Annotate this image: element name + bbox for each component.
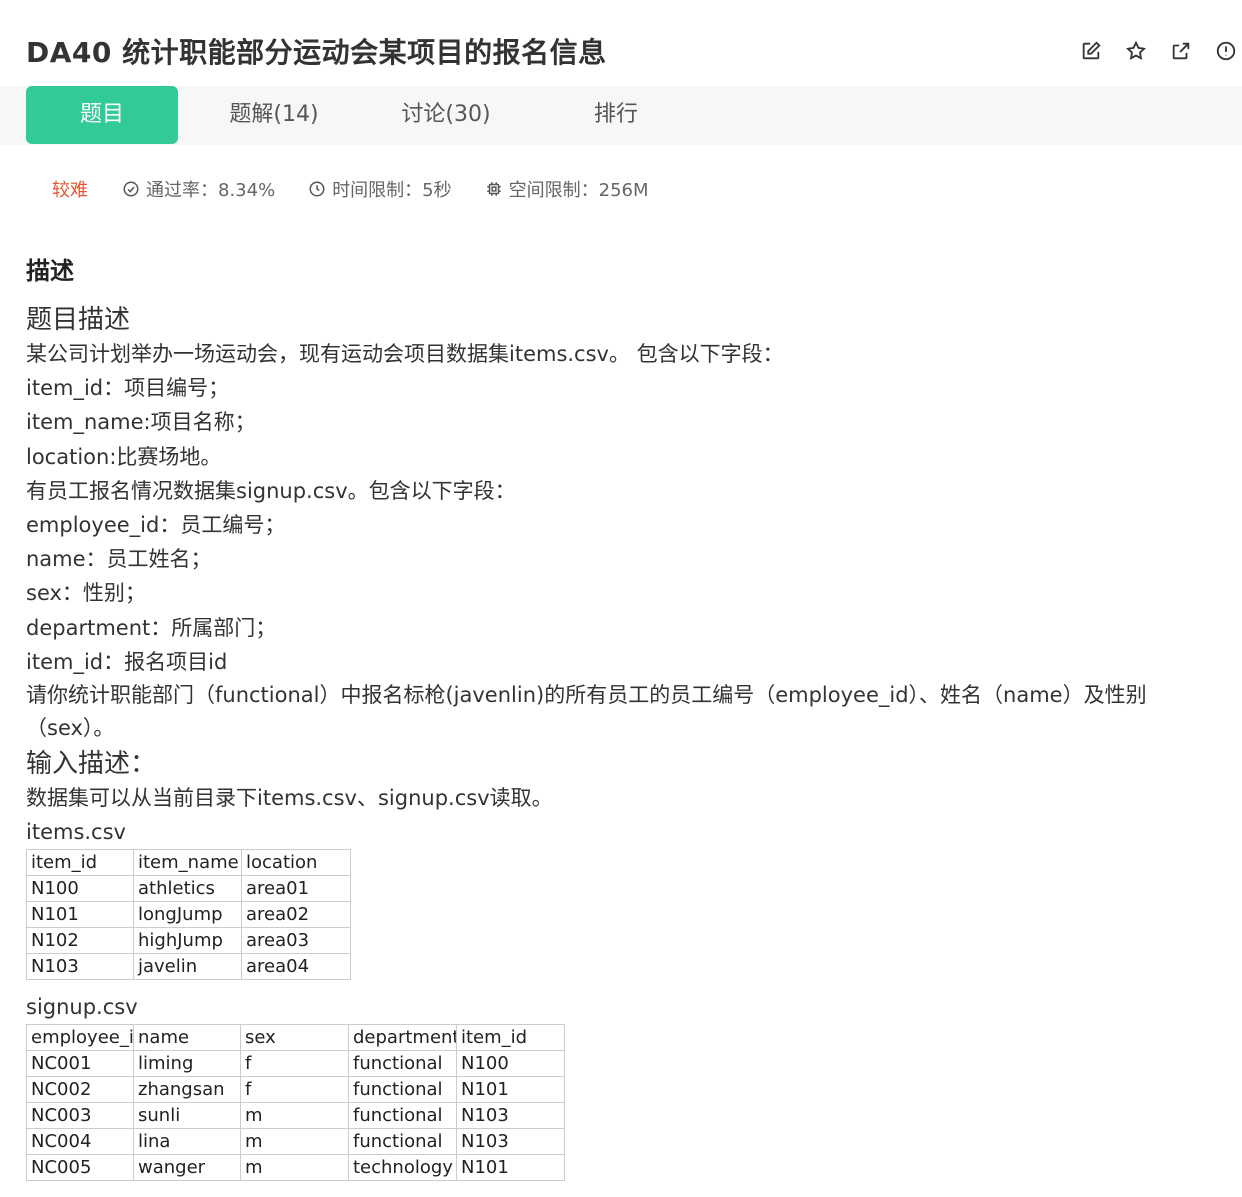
table-cell: N102 xyxy=(26,927,134,955)
table-cell: longJump xyxy=(133,901,242,929)
problem-line: 有员工报名情况数据集signup.csv。包含以下字段： xyxy=(26,478,516,503)
table-cell: functional xyxy=(348,1050,457,1078)
description-heading: 描述 xyxy=(26,257,74,285)
table-cell: m xyxy=(240,1102,349,1130)
problem-line: item_id：报名项目id xyxy=(26,649,228,674)
signup-table-caption: signup.csv xyxy=(26,995,138,1020)
table-cell: f xyxy=(240,1076,349,1104)
problem-content: 题目描述 某公司计划举办一场运动会，现有运动会项目数据集items.csv。 包… xyxy=(26,303,1226,1182)
table-cell: item_id xyxy=(26,849,134,877)
table-row: NC004 lina m functional N103 xyxy=(26,1128,565,1156)
table-row: item_id item_name location xyxy=(26,849,351,877)
table-cell: area03 xyxy=(241,927,351,955)
table-cell: technology xyxy=(348,1154,457,1182)
time-limit-text: 时间限制：5秒 xyxy=(332,180,452,201)
table-row: N103 javelin area04 xyxy=(26,953,351,981)
problem-line: item_id：项目编号； xyxy=(26,376,230,401)
table-cell: athletics xyxy=(133,875,242,903)
input-heading: 输入描述： xyxy=(26,749,157,780)
tab-solutions[interactable]: 题解(14) xyxy=(198,86,350,144)
problem-meta: 较难 通过率：8.34% 时间限制：5秒 空间限制：256M xyxy=(52,176,682,202)
table-cell: m xyxy=(240,1128,349,1156)
table-cell: lina xyxy=(133,1128,241,1156)
tab-ranking[interactable]: 排行 xyxy=(540,86,692,144)
title-actions xyxy=(1078,38,1238,63)
table-cell: sunli xyxy=(133,1102,241,1130)
table-row: NC002 zhangsan f functional N101 xyxy=(26,1076,565,1104)
problem-task: 请你统计职能部门（functional）中报名标枪(javenlin)的所有员工… xyxy=(26,683,1147,741)
table-row: employee_id name sex department item_id xyxy=(26,1024,565,1052)
problem-line: item_name:项目名称； xyxy=(26,410,256,435)
table-cell: N103 xyxy=(456,1102,565,1130)
table-cell: department xyxy=(348,1024,457,1052)
table-cell: NC004 xyxy=(26,1128,134,1156)
page-title: DA40 统计职能部分运动会某项目的报名信息 xyxy=(26,36,607,69)
problem-line: 某公司计划举办一场运动会，现有运动会项目数据集items.csv。 包含以下字段… xyxy=(26,342,784,366)
table-cell: m xyxy=(240,1154,349,1182)
table-cell: N103 xyxy=(456,1128,565,1156)
table-cell: functional xyxy=(348,1102,457,1130)
table-row: NC005 wanger m technology N101 xyxy=(26,1154,565,1182)
report-icon[interactable] xyxy=(1213,38,1238,63)
table-cell: functional xyxy=(348,1128,457,1156)
table-row: N101 longJump area02 xyxy=(26,901,351,929)
table-cell: NC002 xyxy=(26,1076,134,1104)
table-cell: functional xyxy=(348,1076,457,1104)
pass-rate-text: 通过率：8.34% xyxy=(146,180,276,201)
table-cell: NC003 xyxy=(26,1102,134,1130)
table-row: N102 highJump area03 xyxy=(26,927,351,955)
table-cell: N103 xyxy=(26,953,134,981)
problem-line: name：员工姓名； xyxy=(26,547,212,572)
problem-line: employee_id：员工编号； xyxy=(26,513,286,538)
problem-line: location:比赛场地。 xyxy=(26,444,222,469)
check-circle-icon xyxy=(123,181,139,197)
table-cell: item_id xyxy=(456,1024,565,1052)
problem-heading: 题目描述 xyxy=(26,305,131,335)
table-cell: N101 xyxy=(26,901,134,929)
table-cell: employee_id xyxy=(26,1024,134,1052)
star-icon[interactable] xyxy=(1123,38,1148,63)
table-cell: javelin xyxy=(133,953,242,981)
table-cell: area01 xyxy=(241,875,351,903)
table-cell: area04 xyxy=(241,953,351,981)
table-cell: N100 xyxy=(26,875,134,903)
table-cell: location xyxy=(241,849,351,877)
table-cell: liming xyxy=(133,1050,241,1078)
pass-rate: 通过率：8.34% xyxy=(122,176,275,202)
table-cell: area02 xyxy=(241,901,351,929)
space-limit: 空间限制：256M xyxy=(485,176,649,202)
table-cell: name xyxy=(133,1024,241,1052)
table-row: N100 athletics area01 xyxy=(26,875,351,903)
problem-line: department：所属部门； xyxy=(26,615,277,640)
signup-table: employee_id name sex department item_id … xyxy=(26,1024,565,1182)
table-cell: highJump xyxy=(133,927,242,955)
input-text: 数据集可以从当前目录下items.csv、signup.csv读取。 xyxy=(26,786,553,811)
table-cell: NC005 xyxy=(26,1154,134,1182)
edit-icon[interactable] xyxy=(1078,38,1103,63)
tab-bar: 题目 题解(14) 讨论(30) 排行 xyxy=(0,86,1242,145)
table-row: NC003 sunli m functional N103 xyxy=(26,1102,565,1130)
clock-icon xyxy=(309,181,325,197)
items-table: item_id item_name location N100 athletic… xyxy=(26,849,351,981)
difficulty-badge: 较难 xyxy=(52,180,88,201)
table-cell: N100 xyxy=(456,1050,565,1078)
table-cell: sex xyxy=(240,1024,349,1052)
table-cell: N101 xyxy=(456,1154,565,1182)
table-cell: N101 xyxy=(456,1076,565,1104)
external-link-icon[interactable] xyxy=(1168,38,1193,63)
table-cell: NC001 xyxy=(26,1050,134,1078)
table-cell: wanger xyxy=(133,1154,241,1182)
items-table-caption: items.csv xyxy=(26,820,126,845)
table-cell: zhangsan xyxy=(133,1076,241,1104)
time-limit: 时间限制：5秒 xyxy=(308,176,452,202)
table-row: NC001 liming f functional N100 xyxy=(26,1050,565,1078)
tab-problem[interactable]: 题目 xyxy=(26,86,178,144)
space-limit-text: 空间限制：256M xyxy=(508,180,649,201)
table-cell: item_name xyxy=(133,849,242,877)
table-cell: f xyxy=(240,1050,349,1078)
tab-discussion[interactable]: 讨论(30) xyxy=(370,86,522,144)
problem-line: sex：性别； xyxy=(26,581,146,606)
chip-icon xyxy=(486,182,501,196)
